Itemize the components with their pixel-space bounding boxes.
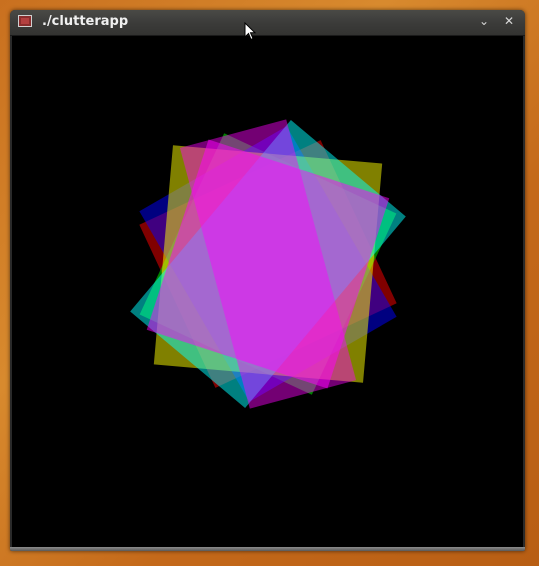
app-window: ./clutterapp ⌄ ✕ [10, 10, 525, 551]
window-bottom-border[interactable] [10, 547, 525, 551]
window-title: ./clutterapp [42, 14, 129, 29]
close-icon: ✕ [503, 14, 515, 28]
app-window-icon[interactable] [18, 15, 32, 27]
mouse-pointer-icon [244, 22, 257, 41]
clutter-stage[interactable] [12, 36, 523, 547]
close-button[interactable]: ✕ [500, 13, 518, 30]
title-bar[interactable]: ./clutterapp ⌄ ✕ [10, 10, 525, 36]
chevron-down-icon: ⌄ [478, 14, 490, 28]
minimize-button[interactable]: ⌄ [475, 13, 493, 30]
rotating-rectangles [130, 119, 406, 409]
